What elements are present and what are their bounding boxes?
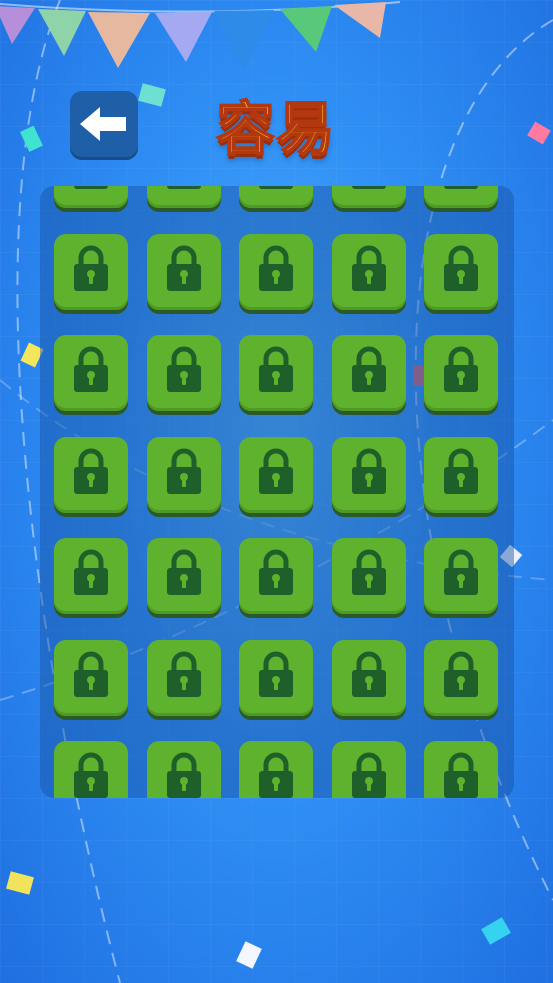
- level-tile-locked[interactable]: [54, 639, 128, 716]
- lock-icon: [166, 752, 201, 798]
- lock-icon: [444, 245, 478, 291]
- bunting-flag: [214, 10, 274, 70]
- lock-icon: [351, 186, 386, 189]
- level-tile-locked[interactable]: [331, 186, 406, 208]
- lock-icon: [166, 448, 201, 494]
- lock-icon: [74, 549, 108, 595]
- level-tile-locked[interactable]: [146, 436, 221, 513]
- lock-icon: [259, 186, 293, 189]
- level-tile-locked[interactable]: [239, 741, 313, 798]
- lock-icon: [444, 448, 478, 494]
- lock-icon: [444, 752, 478, 798]
- lock-icon: [259, 448, 293, 494]
- level-tile-locked[interactable]: [331, 335, 406, 411]
- lock-icon: [351, 651, 386, 697]
- level-tile-locked[interactable]: [54, 741, 128, 798]
- page-title: 容易: [215, 94, 337, 164]
- lock-icon: [74, 651, 108, 697]
- lock-icon: [166, 245, 201, 291]
- level-tile-locked[interactable]: [54, 335, 128, 411]
- lock-icon: [166, 549, 201, 595]
- lock-icon: [444, 186, 478, 189]
- level-tile-locked[interactable]: [54, 186, 128, 208]
- lock-icon: [166, 346, 201, 392]
- lock-icon: [351, 448, 386, 494]
- level-tile-locked[interactable]: [424, 741, 498, 798]
- level-tile-locked[interactable]: [424, 186, 498, 208]
- lock-icon: [166, 186, 201, 189]
- level-tile-locked[interactable]: [239, 233, 313, 310]
- level-tile-locked[interactable]: [331, 436, 406, 513]
- level-tile-locked[interactable]: [239, 186, 313, 208]
- level-tile-locked[interactable]: [239, 538, 313, 614]
- level-tile-locked[interactable]: [331, 639, 406, 716]
- confetti: [481, 917, 511, 945]
- level-tile-locked[interactable]: [146, 233, 221, 310]
- lock-icon: [444, 549, 478, 595]
- level-tile-locked[interactable]: [239, 335, 313, 411]
- lock-icon: [259, 549, 293, 595]
- bunting-flag: [38, 9, 86, 56]
- level-tile-locked[interactable]: [331, 741, 406, 798]
- level-tile-locked[interactable]: [54, 538, 128, 614]
- lock-icon: [351, 752, 386, 798]
- confetti: [236, 941, 262, 969]
- bunting-flag: [0, 6, 35, 44]
- level-tile-locked[interactable]: [146, 538, 221, 614]
- level-tile-locked[interactable]: [424, 335, 498, 411]
- lock-icon: [259, 651, 293, 697]
- level-tile-locked[interactable]: [239, 639, 313, 716]
- level-tile-locked[interactable]: [424, 538, 498, 614]
- lock-icon: [166, 651, 201, 697]
- lock-icon: [259, 245, 293, 291]
- level-tile-locked[interactable]: [54, 436, 128, 513]
- level-tile-locked[interactable]: [424, 639, 498, 716]
- level-tile-locked[interactable]: [331, 233, 406, 310]
- lock-icon: [74, 752, 108, 798]
- level-tile-locked[interactable]: [146, 741, 221, 798]
- bunting-flag: [280, 6, 332, 52]
- level-grid-panel[interactable]: [40, 186, 514, 798]
- level-tile-locked[interactable]: [424, 436, 498, 513]
- confetti: [6, 871, 34, 895]
- lock-icon: [351, 245, 386, 291]
- level-tile-locked[interactable]: [146, 639, 221, 716]
- lock-icon: [74, 186, 108, 189]
- lock-icon: [444, 651, 478, 697]
- level-tile-locked[interactable]: [54, 233, 128, 310]
- lock-icon: [74, 346, 108, 392]
- level-tile-locked[interactable]: [146, 186, 221, 208]
- lock-icon: [351, 346, 386, 392]
- lock-icon: [351, 549, 386, 595]
- lock-icon: [259, 346, 293, 392]
- bunting-flag: [88, 12, 150, 68]
- level-tile-locked[interactable]: [239, 436, 313, 513]
- lock-icon: [444, 346, 478, 392]
- bunting-flag: [155, 12, 212, 62]
- bunting-flag: [334, 2, 386, 38]
- level-tile-locked[interactable]: [331, 538, 406, 614]
- lock-icon: [74, 448, 108, 494]
- lock-icon: [74, 245, 108, 291]
- lock-icon: [259, 752, 293, 798]
- level-tile-locked[interactable]: [424, 233, 498, 310]
- level-tile-locked[interactable]: [146, 335, 221, 411]
